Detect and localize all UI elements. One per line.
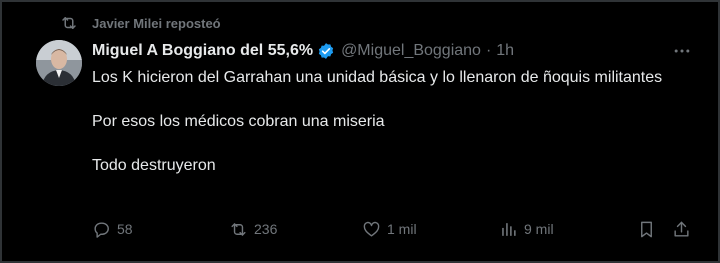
like-count: 1 mil (387, 221, 417, 237)
separator-dot: · (485, 42, 492, 59)
like-button[interactable]: 1 mil (362, 218, 417, 240)
repost-icon (60, 14, 78, 32)
action-bar: 58 236 1 mil 9 mil (92, 218, 692, 240)
social-context-text[interactable]: Javier Milei reposteó (92, 16, 221, 31)
repost-icon (231, 222, 246, 236)
social-context: Javier Milei reposteó (60, 13, 221, 33)
more-options-icon[interactable] (670, 40, 694, 62)
tweet-card[interactable]: Javier Milei reposteó Miguel A Boggiano … (0, 0, 720, 263)
verified-badge-icon[interactable] (317, 42, 335, 60)
tweet-text-line: Todo destruyeron (92, 157, 216, 174)
view-count: 9 mil (524, 221, 554, 237)
author-handle[interactable]: @Miguel_Boggiano (341, 42, 481, 60)
tweet-header: Miguel A Boggiano del 55,6% @Miguel_Bogg… (92, 40, 514, 62)
reply-count: 58 (117, 221, 133, 237)
avatar[interactable] (36, 40, 82, 86)
repost-button[interactable]: 236 (229, 218, 277, 240)
heart-icon (363, 221, 380, 237)
tweet-timestamp[interactable]: 1h (496, 42, 514, 60)
share-icon (674, 221, 689, 237)
reply-icon (94, 221, 109, 238)
repost-count: 236 (254, 221, 278, 237)
tweet-text-line: Los K hicieron del Garrahan una unidad b… (92, 69, 663, 86)
reply-button[interactable]: 58 (92, 218, 133, 240)
bookmark-icon (641, 221, 652, 237)
tweet-body: Los K hicieron del Garrahan una unidad b… (92, 67, 692, 177)
bookmark-button[interactable] (637, 218, 656, 240)
tweet-text-line: Por esos los médicos cobran una miseria (92, 113, 385, 130)
author-display-name[interactable]: Miguel A Boggiano del 55,6% (92, 42, 313, 60)
views-icon (502, 222, 516, 236)
share-button[interactable] (672, 218, 691, 240)
views-button[interactable]: 9 mil (499, 218, 554, 240)
